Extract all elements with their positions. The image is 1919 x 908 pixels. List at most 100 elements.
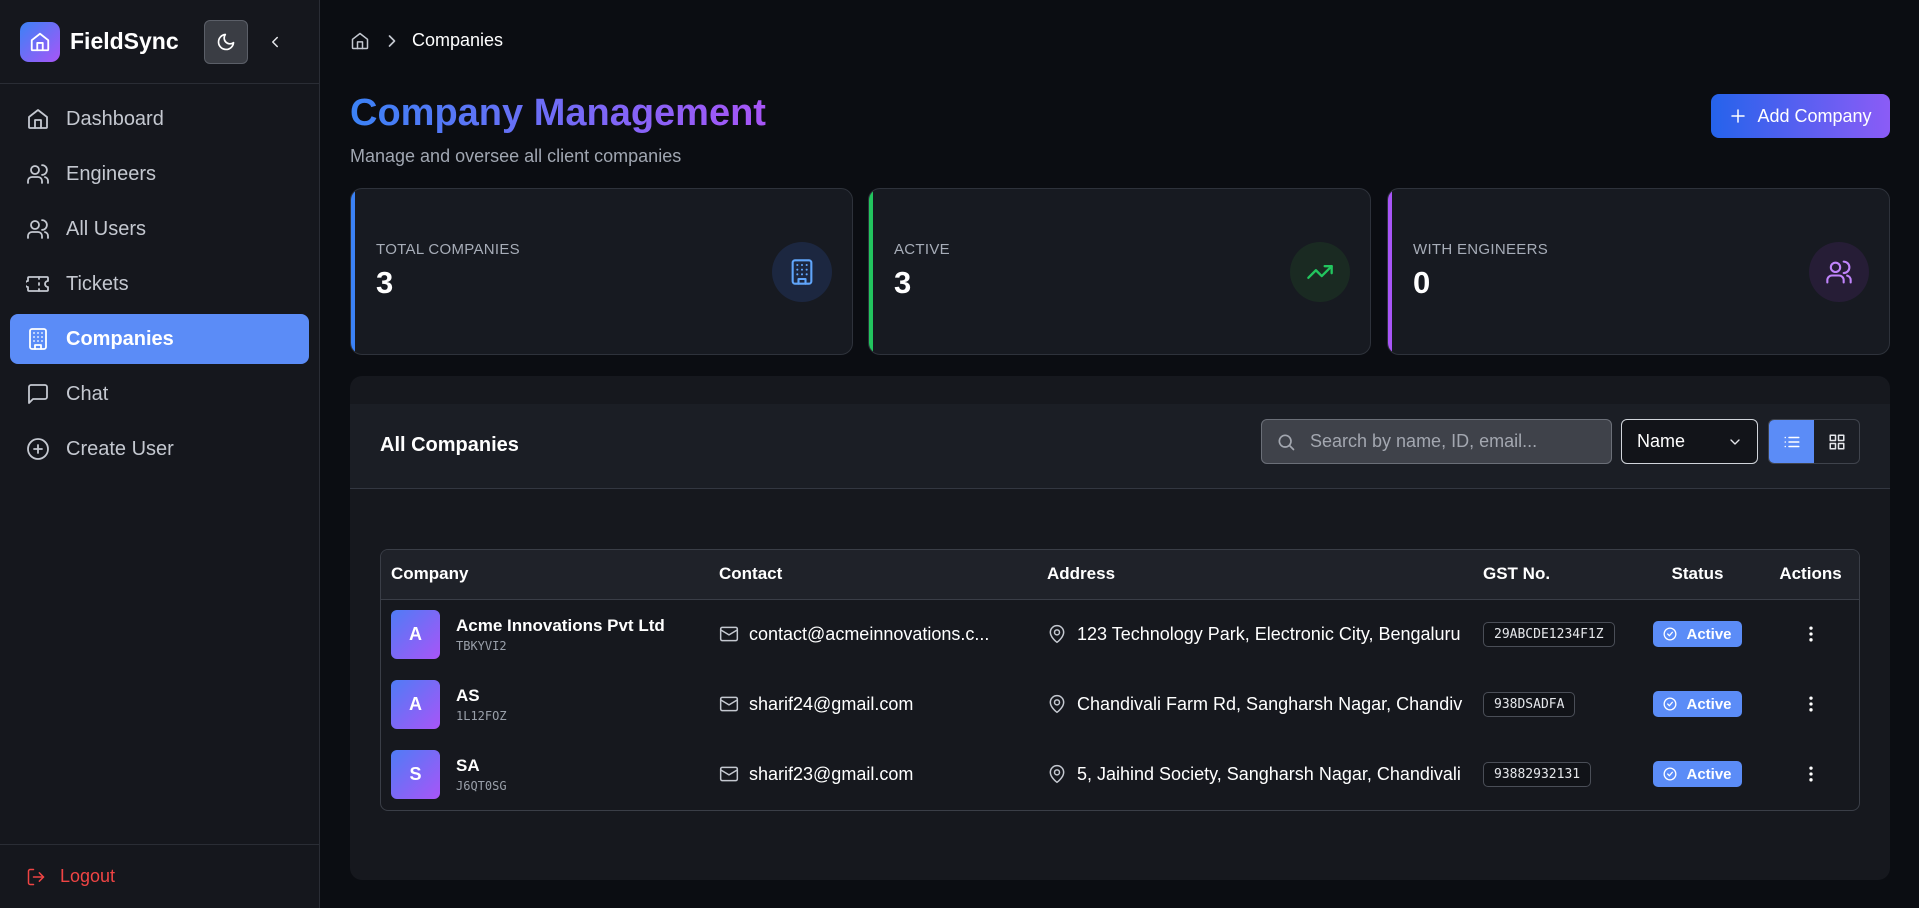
add-company-button[interactable]: Add Company: [1711, 94, 1890, 138]
contact-cell: contact@acmeinnovations.c...: [719, 624, 1037, 645]
mail-icon: [719, 766, 739, 782]
status-label: Active: [1686, 625, 1732, 643]
contact-email[interactable]: sharif23@gmail.com: [749, 764, 913, 785]
column-header-gst[interactable]: GST No.: [1473, 550, 1635, 600]
gst-number: 938DSADFA: [1483, 691, 1576, 717]
row-actions-button[interactable]: [1796, 689, 1826, 719]
ticket-icon: [26, 276, 49, 292]
company-id: TBKYVI2: [456, 638, 507, 653]
moon-icon: [217, 33, 235, 50]
users-icon: [27, 219, 49, 239]
plus-circle-icon: [27, 438, 49, 460]
status-label: Active: [1686, 695, 1732, 713]
sidebar-item-all-users[interactable]: All Users: [10, 204, 309, 254]
sidebar-item-companies[interactable]: Companies: [10, 314, 309, 364]
address-text: 123 Technology Park, Electronic City, Be…: [1077, 623, 1461, 644]
grid-view-button[interactable]: [1814, 420, 1859, 463]
company-name: SA: [456, 755, 480, 775]
stat-label: ACTIVE: [894, 241, 950, 258]
column-header-address[interactable]: Address: [1037, 550, 1473, 600]
view-toggle: [1768, 419, 1860, 464]
collapse-sidebar-button[interactable]: [262, 29, 288, 55]
stat-value: 0: [1413, 265, 1431, 300]
column-header-status[interactable]: Status: [1635, 550, 1760, 600]
brand: FieldSync: [0, 0, 319, 84]
users-icon: [27, 164, 49, 184]
companies-panel: All Companies Name: [350, 376, 1890, 880]
sort-select[interactable]: Name: [1621, 419, 1758, 464]
sidebar-item-tickets[interactable]: Tickets: [10, 259, 309, 309]
sidebar-item-label: Chat: [66, 382, 109, 405]
chevron-left-icon: [272, 36, 278, 47]
address-cell: 123 Technology Park, Electronic City, Be…: [1047, 624, 1473, 645]
address-cell: Chandivali Farm Rd, Sangharsh Nagar, Cha…: [1047, 694, 1473, 715]
sidebar-item-chat[interactable]: Chat: [10, 369, 309, 419]
check-circle-icon: [1664, 627, 1677, 641]
company-id: 1L12FOZ: [456, 708, 507, 723]
company-cell: A Acme Innovations Pvt Ltd TBKYVI2: [391, 609, 709, 659]
stat-accent: [1388, 189, 1392, 354]
list-view-button[interactable]: [1769, 420, 1814, 463]
table-row[interactable]: A Acme Innovations Pvt Ltd TBKYVI2 conta…: [381, 599, 1859, 669]
company-cell: A AS 1L12FOZ: [391, 679, 709, 729]
stat-label: WITH ENGINEERS: [1413, 241, 1549, 258]
company-cell: S SA J6QT0SG: [391, 749, 709, 799]
row-actions-button[interactable]: [1796, 759, 1826, 789]
stat-value: 3: [376, 265, 394, 300]
contact-email[interactable]: sharif24@gmail.com: [749, 694, 913, 715]
more-vertical-icon: [1808, 696, 1813, 712]
home-icon: [30, 32, 50, 51]
address-cell: 5, Jaihind Society, Sangharsh Nagar, Cha…: [1047, 764, 1473, 785]
chat-icon: [28, 384, 48, 404]
search-box[interactable]: [1261, 419, 1612, 464]
company-id: J6QT0SG: [456, 778, 507, 793]
search-input[interactable]: [1310, 431, 1600, 452]
sidebar-item-create-user[interactable]: Create User: [10, 424, 309, 474]
stat-card-active: ACTIVE 3: [868, 188, 1371, 355]
companies-table: Company Contact Address GST No. Status A…: [380, 549, 1860, 811]
column-header-actions: Actions: [1760, 550, 1859, 600]
mail-icon: [719, 696, 739, 712]
sidebar-item-label: Companies: [66, 327, 174, 350]
chevron-down-icon: [1730, 438, 1740, 445]
sidebar-item-label: Dashboard: [66, 107, 164, 130]
sidebar-item-label: All Users: [66, 217, 147, 240]
stat-value: 3: [894, 265, 912, 300]
row-actions-button[interactable]: [1796, 619, 1826, 649]
gst-number: 29ABCDE1234F1Z: [1483, 621, 1615, 647]
status-badge: Active: [1653, 761, 1742, 787]
building-icon: [772, 242, 832, 302]
table-row[interactable]: A AS 1L12FOZ sharif24@gmail.com Chandiva…: [381, 669, 1859, 739]
sidebar-item-dashboard[interactable]: Dashboard: [10, 94, 309, 144]
breadcrumb: Companies: [350, 30, 503, 51]
logout-button[interactable]: Logout: [0, 844, 320, 908]
column-header-company[interactable]: Company: [381, 550, 709, 600]
sidebar-nav: Dashboard Engineers All Users Tickets Co…: [0, 84, 319, 489]
avatar: S: [391, 749, 440, 799]
theme-toggle-button[interactable]: [204, 19, 248, 64]
stat-accent: [351, 189, 355, 354]
company-name: Acme Innovations Pvt Ltd: [456, 615, 665, 635]
column-header-contact[interactable]: Contact: [709, 550, 1037, 600]
list-icon: [1784, 436, 1799, 447]
logout-label: Logout: [60, 866, 116, 886]
stat-label: TOTAL COMPANIES: [376, 241, 520, 258]
stat-card-total-companies: TOTAL COMPANIES 3: [350, 188, 853, 355]
search-icon: [1278, 434, 1295, 450]
address-text: Chandivali Farm Rd, Sangharsh Nagar, Cha…: [1077, 693, 1463, 714]
panel-header: All Companies Name: [350, 404, 1890, 489]
mail-icon: [719, 626, 739, 642]
contact-email[interactable]: contact@acmeinnovations.c...: [749, 624, 989, 645]
plus-icon: [1731, 109, 1746, 123]
table-row[interactable]: S SA J6QT0SG sharif23@gmail.com 5, Jaihi…: [381, 739, 1859, 809]
home-icon[interactable]: [350, 31, 370, 51]
map-pin-icon: [1049, 764, 1065, 784]
sidebar: FieldSync Dashboard Engineers All Users …: [0, 0, 320, 908]
status-label: Active: [1686, 765, 1732, 783]
sidebar-item-engineers[interactable]: Engineers: [10, 149, 309, 199]
avatar: A: [391, 679, 440, 729]
breadcrumb-current: Companies: [412, 30, 504, 50]
app-logo[interactable]: [20, 21, 60, 62]
contact-cell: sharif24@gmail.com: [719, 694, 1037, 715]
chevron-right-icon: [382, 31, 402, 51]
